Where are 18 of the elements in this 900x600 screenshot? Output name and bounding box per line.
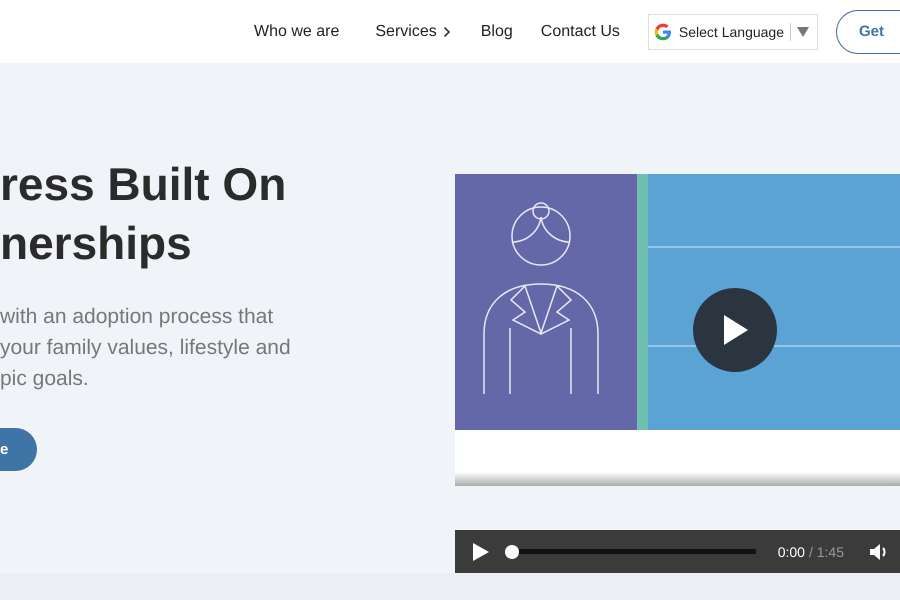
dropdown-arrow-icon xyxy=(797,26,809,36)
hero-heading: ress Built On nerships xyxy=(0,157,288,271)
nav-link[interactable]: Who we are xyxy=(254,22,340,40)
language-select[interactable]: Select Language xyxy=(648,14,818,50)
nav-link[interactable]: Services xyxy=(375,22,451,40)
language-label: Select Language xyxy=(678,24,784,40)
g-logo-icon xyxy=(652,22,673,42)
nav-link[interactable]: Contact Us xyxy=(540,22,620,40)
cta-button[interactable]: Get xyxy=(836,10,900,54)
play-icon xyxy=(722,315,748,345)
seek-thumb[interactable] xyxy=(505,544,519,558)
hero-paragraph: with an adoption process that your family values, lifestyle and pic goals. xyxy=(0,304,292,392)
chevron-icon xyxy=(442,26,451,38)
current-time: 0:00 xyxy=(778,544,805,560)
play-icon[interactable] xyxy=(473,542,489,560)
hero-button[interactable]: e xyxy=(0,428,37,471)
duration: / 1:45 xyxy=(808,544,844,560)
nav-link[interactable]: Blog xyxy=(480,22,513,40)
